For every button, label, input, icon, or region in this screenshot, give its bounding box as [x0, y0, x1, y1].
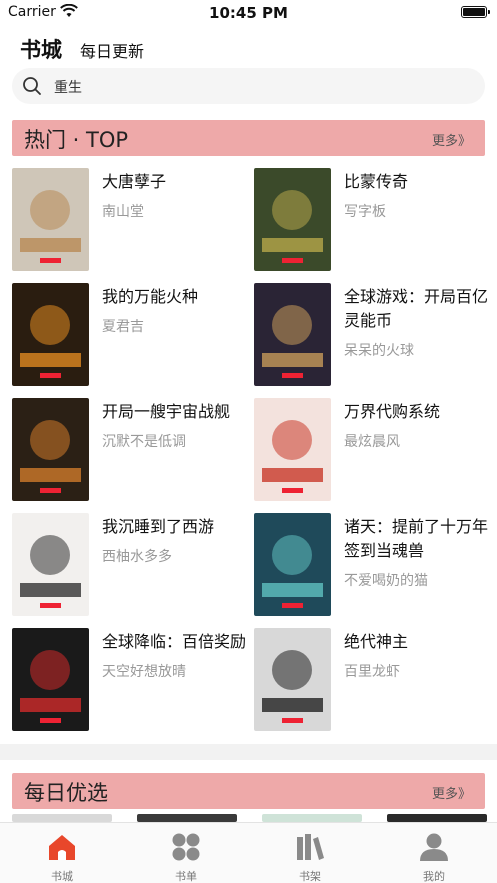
tab-label: 我的 — [423, 870, 445, 883]
book-title: 全球游戏：开局百亿灵能币 — [344, 287, 489, 330]
grid-icon — [172, 833, 200, 861]
book-cover[interactable] — [12, 283, 89, 386]
section-title: 每日优选 — [24, 781, 108, 805]
book-cover[interactable] — [254, 628, 331, 731]
book-item[interactable]: 我沉睡到了西游 西柚水多多 — [12, 513, 252, 617]
daily-section: 每日优选 更多》 — [0, 760, 497, 822]
cover-peek — [137, 814, 237, 822]
book-title: 万界代购系统 — [344, 402, 441, 421]
book-cover[interactable] — [12, 168, 89, 271]
cover-peek — [12, 814, 112, 822]
cover-peek — [387, 814, 487, 822]
more-link[interactable]: 更多》 — [432, 130, 471, 149]
book-item[interactable]: 大唐孽子 南山堂 — [12, 168, 252, 272]
page-title[interactable]: 书城 — [20, 34, 62, 64]
book-cover[interactable] — [254, 513, 331, 616]
book-cover[interactable] — [12, 628, 89, 731]
book-cover[interactable] — [12, 513, 89, 616]
book-author: 天空好想放晴 — [102, 664, 186, 680]
book-title: 大唐孽子 — [102, 172, 167, 191]
book-item[interactable]: 开局一艘宇宙战舰 沉默不是低调 — [12, 398, 252, 502]
search-bar[interactable]: 重生 — [12, 68, 485, 104]
tab-bar: 书城 书单 书架 我的 — [0, 822, 497, 883]
book-author: 不爱喝奶的猫 — [344, 573, 428, 589]
clock: 10:45 PM — [209, 4, 288, 22]
book-title: 绝代神主 — [344, 632, 409, 651]
book-author: 夏君吉 — [102, 319, 144, 335]
book-item[interactable]: 全球游戏：开局百亿灵能币呆呆的火球 — [254, 283, 494, 387]
book-author: 南山堂 — [102, 204, 144, 220]
book-title: 开局一艘宇宙战舰 — [102, 402, 231, 421]
book-item[interactable]: 比蒙传奇 写字板 — [254, 168, 494, 272]
book-author: 西柚水多多 — [102, 549, 172, 565]
section-title: 热门 · TOP — [24, 128, 129, 152]
book-cover[interactable] — [254, 283, 331, 386]
more-link[interactable]: 更多》 — [432, 783, 471, 802]
top-header: 书城 每日更新 重生 — [0, 26, 497, 110]
house-icon — [49, 835, 75, 860]
book-title: 全球降临：百倍奖励 — [102, 632, 247, 651]
book-cover[interactable] — [12, 398, 89, 501]
book-title: 比蒙传奇 — [344, 172, 409, 191]
hot-section: 热门 · TOP 更多》 大唐孽子 南山堂 比蒙传奇 写字板 我的万能火种 夏君吉 全球游戏… — [0, 110, 497, 744]
tab-label: 书城 — [51, 870, 73, 883]
tab-label: 书单 — [175, 870, 197, 883]
book-author: 沉默不是低调 — [102, 434, 186, 450]
book-author: 呆呆的火球 — [344, 343, 414, 359]
tab-bookshelf[interactable]: 书架 — [248, 823, 372, 883]
tab-bookstore[interactable]: 书城 — [0, 823, 124, 883]
book-author: 百里龙虾 — [344, 664, 400, 680]
hot-section-header: 热门 · TOP 更多》 — [12, 120, 485, 156]
daily-section-header: 每日优选 更多》 — [12, 773, 485, 809]
book-title: 我的万能火种 — [102, 287, 199, 306]
book-item[interactable]: 全球降临：百倍奖励 天空好想放晴 — [12, 628, 252, 732]
book-cover[interactable] — [254, 168, 331, 271]
book-item[interactable]: 绝代神主 百里龙虾 — [254, 628, 494, 732]
book-item[interactable]: 万界代购系统 最炫晨风 — [254, 398, 494, 502]
cover-peek — [262, 814, 362, 822]
search-icon — [23, 77, 41, 95]
search-input[interactable]: 重生 — [54, 77, 82, 97]
book-title: 我沉睡到了西游 — [102, 517, 215, 536]
book-title: 诸天：提前了十万年签到当魂兽 — [344, 517, 489, 560]
book-author: 写字板 — [344, 204, 386, 220]
book-author: 最炫晨风 — [344, 434, 400, 450]
bookshelf-icon — [297, 834, 324, 860]
tab-label: 书架 — [299, 870, 321, 883]
book-cover[interactable] — [254, 398, 331, 501]
book-item[interactable]: 诸天：提前了十万年签到当魂兽不爱喝奶的猫 — [254, 513, 494, 617]
tab-booklist[interactable]: 书单 — [124, 823, 248, 883]
book-item[interactable]: 我的万能火种 夏君吉 — [12, 283, 252, 387]
battery-icon — [461, 6, 490, 18]
tab-mine[interactable]: 我的 — [372, 823, 496, 883]
daily-update-tab[interactable]: 每日更新 — [80, 38, 144, 62]
status-bar: Carrier 10:45 PM — [0, 0, 497, 26]
person-icon — [420, 833, 448, 861]
